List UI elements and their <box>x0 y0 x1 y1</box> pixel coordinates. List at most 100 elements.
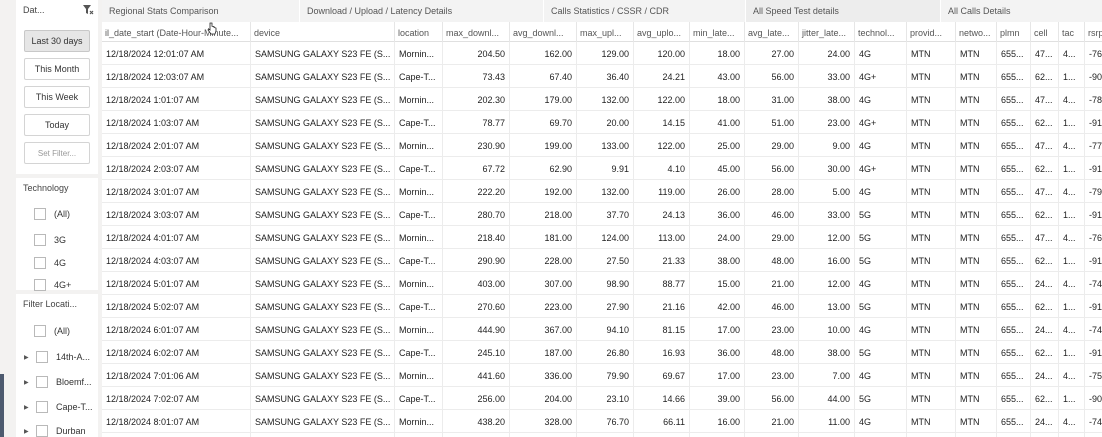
column-header[interactable]: provid... <box>907 22 956 42</box>
expand-caret-icon[interactable]: ▶ <box>24 354 32 361</box>
set-filter-button[interactable]: Set Filter... <box>24 142 90 164</box>
location-option[interactable]: ▶ Durban <box>24 424 86 437</box>
checkbox[interactable] <box>34 234 46 246</box>
table-cell: -91 <box>1085 111 1102 134</box>
column-header[interactable]: min_late... <box>690 22 745 42</box>
table-cell: 16.00 <box>690 410 745 433</box>
table-cell: 655... <box>997 180 1031 203</box>
column-header[interactable]: il_date_start (Date-Hour-Minute... <box>102 22 251 42</box>
table-cell: 655... <box>997 226 1031 249</box>
table-cell: 31.00 <box>745 88 799 111</box>
table-cell: 67.72 <box>443 157 510 180</box>
table-cell: 51.00 <box>745 111 799 134</box>
location-option[interactable]: (All) <box>34 324 70 338</box>
checkbox[interactable] <box>36 351 48 363</box>
technology-option[interactable]: (All) <box>34 207 70 221</box>
table-row[interactable]: 12/18/2024 1:01:07 AM SAMSUNG GALAXY S23 … <box>102 88 1102 111</box>
checkbox[interactable] <box>36 401 48 413</box>
checkbox[interactable] <box>34 325 46 337</box>
table-cell: 62... <box>1031 295 1059 318</box>
column-header[interactable]: jitter_late... <box>799 22 855 42</box>
table-cell: 655... <box>997 111 1031 134</box>
column-header[interactable]: netwo... <box>956 22 997 42</box>
table-row[interactable]: 12/18/2024 4:03:07 AM SAMSUNG GALAXY S23 … <box>102 249 1102 272</box>
table-row[interactable]: 12/18/2024 7:01:06 AM SAMSUNG GALAXY S23 … <box>102 364 1102 387</box>
table-cell: -91 <box>1085 157 1102 180</box>
tab-all-calls-details[interactable]: All Calls Details <box>941 0 1102 22</box>
table-row[interactable]: 12/18/2024 2:03:07 AM SAMSUNG GALAXY S23 … <box>102 157 1102 180</box>
table-row[interactable]: 12/18/2024 6:01:07 AM SAMSUNG GALAXY S23 … <box>102 318 1102 341</box>
tab-regional-stats[interactable]: Regional Stats Comparison <box>102 0 299 22</box>
tab-all-speed-test[interactable]: All Speed Test details <box>746 0 940 22</box>
column-header[interactable]: rsrp <box>1085 22 1102 42</box>
column-header[interactable]: avg_uplo... <box>634 22 690 42</box>
column-header[interactable]: location <box>395 22 443 42</box>
location-slicer-title: Filter Locati... <box>23 299 78 309</box>
column-header[interactable]: plmn <box>997 22 1031 42</box>
column-header[interactable]: avg_late... <box>745 22 799 42</box>
table-cell: 655... <box>997 295 1031 318</box>
table-row[interactable]: 12/18/2024 2:01:07 AM SAMSUNG GALAXY S23 … <box>102 134 1102 157</box>
table-cell: 48.00 <box>745 249 799 272</box>
table-row[interactable]: 12/18/2024 12:03:07 AM SAMSUNG GALAXY S23… <box>102 65 1102 88</box>
table-row[interactable]: 12/18/2024 3:01:07 AM SAMSUNG GALAXY S23 … <box>102 180 1102 203</box>
table-cell: 62... <box>1031 203 1059 226</box>
table-cell: 38.00 <box>799 341 855 364</box>
location-option[interactable]: ▶ Bloemf... <box>24 375 92 389</box>
table-cell: 44.00 <box>799 387 855 410</box>
checkbox[interactable] <box>34 208 46 220</box>
table-cell: -91 <box>1085 341 1102 364</box>
table-cell: 26.80 <box>577 341 634 364</box>
checkbox[interactable] <box>34 279 46 291</box>
column-header[interactable]: technol... <box>855 22 907 42</box>
table-cell: 4G <box>855 272 907 295</box>
last-30-days-button[interactable]: Last 30 days <box>24 30 90 52</box>
expand-caret-icon[interactable]: ▶ <box>24 428 32 435</box>
table-cell: 36.00 <box>690 203 745 226</box>
table-row[interactable]: 12/18/2024 5:02:07 AM SAMSUNG GALAXY S23 … <box>102 295 1102 318</box>
table-cell: 4G <box>855 42 907 65</box>
table-cell: 655... <box>997 341 1031 364</box>
table-cell: SAMSUNG GALAXY S23 FE (S... <box>251 249 395 272</box>
technology-option[interactable]: 3G <box>34 233 66 247</box>
table-row[interactable]: 12/18/2024 6:02:07 AM SAMSUNG GALAXY S23 … <box>102 341 1102 364</box>
expand-caret-icon[interactable]: ▶ <box>24 404 32 411</box>
technology-option[interactable]: 4G <box>34 256 66 270</box>
checkbox[interactable] <box>36 425 48 437</box>
table-row[interactable]: 12/18/2024 8:02:07 AMSAMSUNG GALAXY S23 … <box>102 433 1102 437</box>
table-row[interactable]: 12/18/2024 5:01:07 AM SAMSUNG GALAXY S23 … <box>102 272 1102 295</box>
table-row[interactable]: 12/18/2024 4:01:07 AM SAMSUNG GALAXY S23 … <box>102 226 1102 249</box>
table-row[interactable]: 12/18/2024 1:03:07 AM SAMSUNG GALAXY S23 … <box>102 111 1102 134</box>
table-cell: 37.00 <box>690 433 745 437</box>
table-cell: 4... <box>1059 180 1085 203</box>
column-header[interactable]: max_upl... <box>577 22 634 42</box>
tab-calls-statistics[interactable]: Calls Statistics / CSSR / CDR <box>544 0 745 22</box>
location-option[interactable]: ▶ Cape-T... <box>24 400 93 414</box>
expand-caret-icon[interactable]: ▶ <box>24 379 32 386</box>
this-month-button[interactable]: This Month <box>24 58 90 80</box>
table-cell: 20.00 <box>577 111 634 134</box>
table-cell: 17.00 <box>690 318 745 341</box>
column-header[interactable]: max_downl... <box>443 22 510 42</box>
column-header[interactable]: tac <box>1059 22 1085 42</box>
table-cell: 4G+ <box>855 111 907 134</box>
table-cell: 25.60 <box>577 433 634 437</box>
checkbox[interactable] <box>36 376 48 388</box>
table-row[interactable]: 12/18/2024 7:02:07 AM SAMSUNG GALAXY S23 … <box>102 387 1102 410</box>
checkbox[interactable] <box>34 257 46 269</box>
column-header[interactable]: avg_downl... <box>510 22 577 42</box>
table-row[interactable]: 12/18/2024 3:03:07 AM SAMSUNG GALAXY S23 … <box>102 203 1102 226</box>
clear-filter-icon[interactable] <box>82 4 94 16</box>
table-cell: 78.77 <box>443 111 510 134</box>
today-button[interactable]: Today <box>24 114 90 136</box>
column-header[interactable]: cell <box>1031 22 1059 42</box>
table-cell: 47... <box>1031 134 1059 157</box>
table-row[interactable]: 12/18/2024 8:01:07 AM SAMSUNG GALAXY S23 … <box>102 410 1102 433</box>
tab-download-upload-latency[interactable]: Download / Upload / Latency Details <box>300 0 543 22</box>
location-option[interactable]: ▶ 14th-A... <box>24 350 90 364</box>
this-week-button[interactable]: This Week <box>24 86 90 108</box>
table-row[interactable]: 12/18/2024 12:01:07 AM SAMSUNG GALAXY S23… <box>102 42 1102 65</box>
technology-option[interactable]: 4G+ <box>34 278 71 292</box>
column-header[interactable]: device <box>251 22 395 42</box>
table-cell: -77 <box>1085 134 1102 157</box>
